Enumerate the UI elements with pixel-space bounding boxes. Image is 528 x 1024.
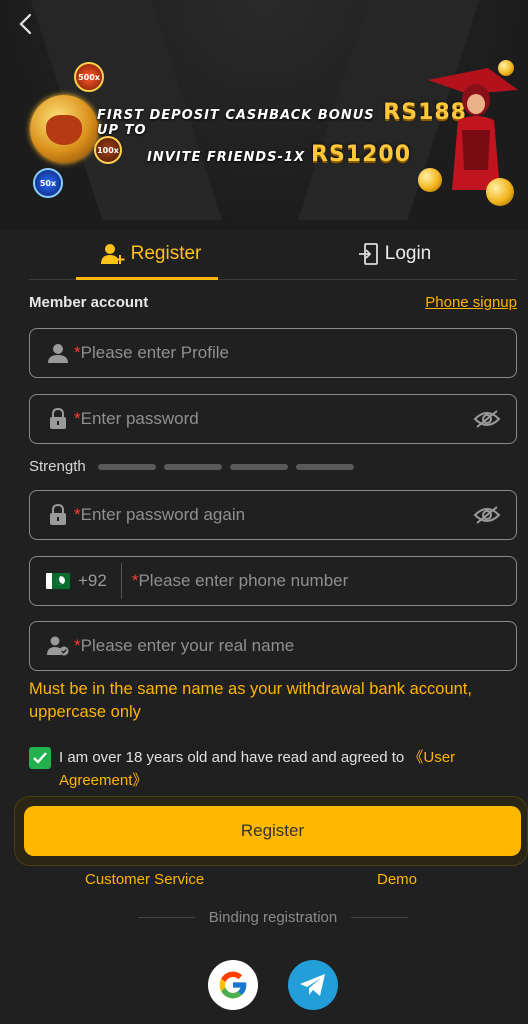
strength-label: Strength bbox=[29, 458, 86, 475]
google-icon bbox=[219, 971, 247, 999]
golden-mask-emblem bbox=[30, 95, 98, 163]
customer-service-link[interactable]: Customer Service bbox=[85, 871, 204, 888]
password-input[interactable] bbox=[80, 395, 472, 443]
login-door-icon bbox=[358, 242, 378, 265]
gold-coin-decoration bbox=[418, 168, 442, 192]
tab-login-label: Login bbox=[384, 242, 432, 264]
eye-off-icon[interactable] bbox=[472, 404, 502, 434]
real-name-input[interactable] bbox=[80, 622, 516, 670]
gold-coin-decoration bbox=[498, 60, 514, 76]
pakistan-flag-icon bbox=[46, 573, 70, 589]
strength-bar bbox=[163, 463, 222, 470]
agreement-text-wrap: I am over 18 years old and have read and… bbox=[59, 746, 499, 792]
required-mark: * bbox=[131, 571, 139, 590]
agreement-row: I am over 18 years old and have read and… bbox=[29, 746, 499, 792]
user-check-icon bbox=[46, 634, 70, 658]
password-field[interactable]: * bbox=[29, 394, 517, 444]
password-strength: Strength bbox=[29, 458, 354, 475]
telegram-login-button[interactable] bbox=[288, 960, 338, 1010]
country-code-selector[interactable]: +92 bbox=[46, 563, 122, 599]
divider-line bbox=[138, 917, 195, 918]
required-mark: * bbox=[74, 505, 81, 524]
tab-register[interactable]: Register bbox=[29, 228, 273, 280]
chevron-left-icon bbox=[19, 13, 32, 35]
divider-line bbox=[351, 917, 409, 918]
password-again-field[interactable]: * bbox=[29, 490, 517, 540]
section-title: Member account bbox=[29, 294, 149, 311]
strength-bar bbox=[97, 463, 156, 470]
multiplier-badge-50x: 50x bbox=[33, 168, 63, 198]
lock-icon bbox=[46, 407, 70, 431]
banner-line2-text: INVITE FRIENDS-1X bbox=[147, 150, 305, 165]
user-icon bbox=[46, 341, 70, 365]
phone-field[interactable]: +92 * bbox=[29, 556, 517, 606]
real-name-field[interactable]: * bbox=[29, 621, 517, 671]
add-user-icon bbox=[100, 243, 125, 264]
auth-tabs: Register Login bbox=[29, 228, 517, 280]
telegram-icon bbox=[300, 974, 325, 996]
agreement-checkbox[interactable] bbox=[29, 747, 51, 769]
real-name-note: Must be in the same name as your withdra… bbox=[29, 680, 472, 721]
phone-input[interactable] bbox=[138, 557, 516, 605]
banner-headline: FIRST DEPOSIT CASHBACK BONUS UP TO RS188… bbox=[97, 100, 467, 167]
tab-register-label: Register bbox=[130, 242, 202, 264]
register-button[interactable]: Register bbox=[24, 806, 521, 856]
lock-icon bbox=[46, 503, 70, 527]
country-code: +92 bbox=[78, 571, 107, 590]
promo-banner[interactable]: 500x 100x 50x FIRST DEPOSIT CASHBACK BON… bbox=[0, 50, 528, 225]
profile-input[interactable] bbox=[80, 329, 516, 377]
back-button[interactable] bbox=[10, 8, 40, 40]
strength-bar bbox=[229, 463, 288, 470]
banner-line2-amount: RS1200 bbox=[311, 142, 412, 167]
eye-off-icon[interactable] bbox=[472, 500, 502, 530]
section-header: Member account Phone signup bbox=[29, 294, 517, 311]
password-again-input[interactable] bbox=[80, 491, 472, 539]
profile-field[interactable]: * bbox=[29, 328, 517, 378]
checkmark-icon bbox=[33, 752, 47, 764]
required-mark: * bbox=[74, 409, 81, 428]
register-button-wrap: Register bbox=[14, 796, 528, 866]
phone-signup-link[interactable]: Phone signup bbox=[425, 294, 517, 311]
strength-bar bbox=[295, 463, 354, 470]
multiplier-badge-500x: 500x bbox=[74, 62, 104, 92]
binding-label: Binding registration bbox=[208, 909, 338, 926]
google-login-button[interactable] bbox=[208, 960, 258, 1010]
gold-coin-decoration bbox=[486, 178, 514, 206]
tab-login[interactable]: Login bbox=[273, 228, 517, 279]
binding-divider: Binding registration bbox=[138, 909, 409, 926]
required-mark: * bbox=[74, 636, 81, 655]
agreement-text: I am over 18 years old and have read and… bbox=[59, 749, 409, 766]
banner-line1-text: FIRST DEPOSIT CASHBACK BONUS UP TO bbox=[97, 108, 375, 138]
demo-link[interactable]: Demo bbox=[377, 871, 417, 888]
required-mark: * bbox=[74, 343, 81, 362]
